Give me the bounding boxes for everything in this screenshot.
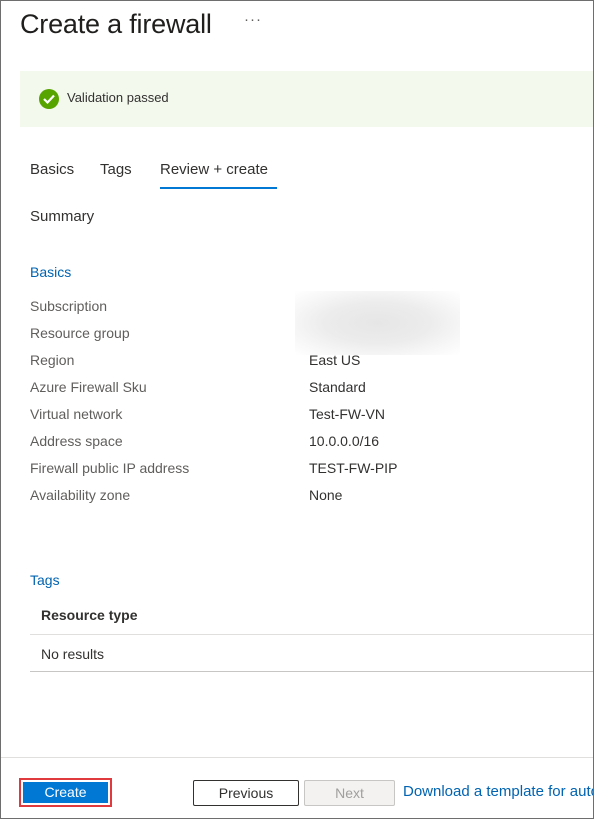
tab-review-create[interactable]: Review + create bbox=[160, 161, 268, 178]
region-label: Region bbox=[30, 352, 75, 368]
firewall-sku-value: Standard bbox=[309, 379, 366, 395]
previous-button[interactable]: Previous bbox=[193, 780, 299, 806]
no-results-text: No results bbox=[41, 646, 105, 662]
validation-banner: Validation passed bbox=[20, 71, 593, 127]
availability-zone-label: Availability zone bbox=[30, 487, 131, 503]
page-title: Create a firewall bbox=[20, 9, 212, 39]
address-space-value: 10.0.0.0/16 bbox=[309, 433, 380, 449]
virtual-network-label: Virtual network bbox=[30, 406, 123, 422]
next-button[interactable]: Next bbox=[304, 780, 395, 806]
tags-section-heading: Tags bbox=[30, 572, 60, 588]
tab-tags[interactable]: Tags bbox=[100, 161, 132, 178]
wizard-footer: Create Previous Next Download a template… bbox=[1, 757, 593, 818]
resource-group-label: Resource group bbox=[30, 325, 130, 341]
download-template-link[interactable]: Download a template for automation bbox=[403, 783, 593, 800]
basics-section-heading: Basics bbox=[30, 264, 72, 280]
public-ip-label: Firewall public IP address bbox=[30, 460, 190, 476]
table-row: No results bbox=[30, 636, 593, 672]
summary-heading: Summary bbox=[30, 208, 95, 225]
more-options-icon[interactable]: ··· bbox=[244, 11, 262, 28]
address-space-label: Address space bbox=[30, 433, 123, 449]
public-ip-value: TEST-FW-PIP bbox=[309, 460, 398, 476]
availability-zone-value: None bbox=[309, 487, 343, 503]
redacted-region bbox=[295, 291, 460, 355]
subscription-label: Subscription bbox=[30, 298, 108, 314]
resource-type-column-header: Resource type bbox=[41, 607, 138, 623]
selected-tab-indicator bbox=[160, 187, 277, 189]
create-button[interactable]: Create bbox=[23, 782, 108, 803]
validation-status-text: Validation passed bbox=[67, 90, 169, 105]
checkmark-icon bbox=[39, 89, 59, 109]
virtual-network-value: Test-FW-VN bbox=[309, 406, 385, 422]
firewall-sku-label: Azure Firewall Sku bbox=[30, 379, 147, 395]
tags-table-header: Resource type bbox=[30, 599, 593, 635]
create-firewall-window: Create a firewall ··· Validation passed … bbox=[0, 0, 594, 819]
tab-basics[interactable]: Basics bbox=[30, 161, 74, 178]
